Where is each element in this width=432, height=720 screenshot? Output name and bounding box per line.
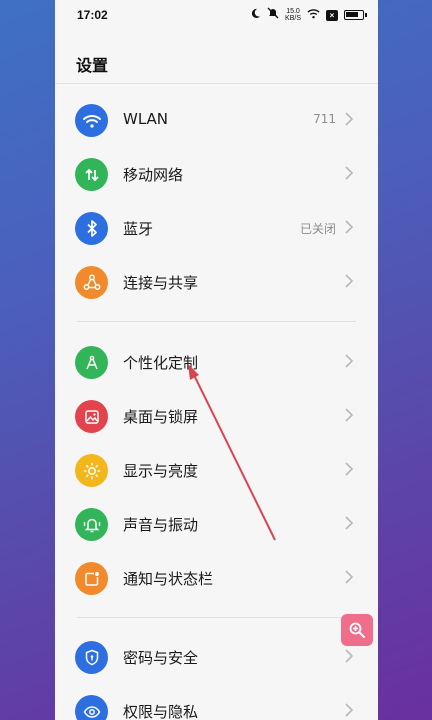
zoom-in-icon [349, 622, 365, 638]
zoom-in-button[interactable] [341, 614, 373, 646]
annotation-arrow [188, 364, 276, 541]
